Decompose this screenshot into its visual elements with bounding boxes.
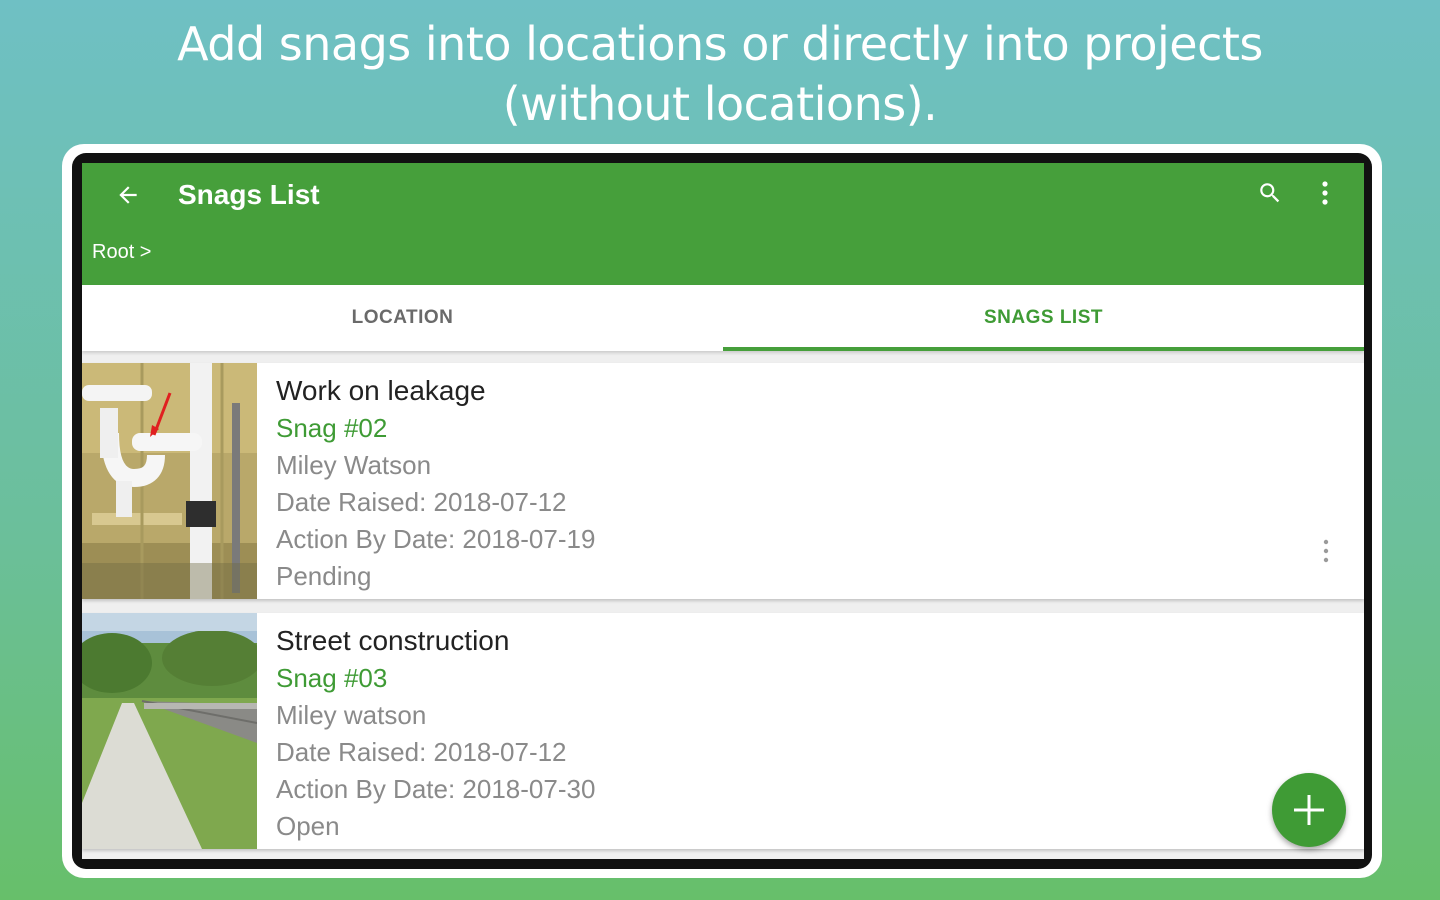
more-vert-icon	[1322, 181, 1328, 205]
more-vert-icon	[1323, 539, 1329, 563]
back-arrow-icon	[119, 186, 137, 204]
snag-card[interactable]: Work on leakage Snag #02 Miley Watson Da…	[82, 363, 1364, 599]
tab-snags-list[interactable]: SNAGS LIST	[723, 285, 1364, 351]
card-more-button[interactable]	[1314, 533, 1338, 569]
plus-icon	[1294, 795, 1324, 825]
search-button[interactable]	[1252, 175, 1288, 211]
snag-assignee: Miley watson	[276, 700, 427, 730]
snag-assignee: Miley Watson	[276, 450, 432, 480]
snag-photo-plumbing	[82, 363, 257, 599]
overflow-menu-button[interactable]	[1308, 175, 1342, 211]
breadcrumb[interactable]: Root >	[92, 238, 151, 266]
snag-title: Work on leakage	[276, 375, 486, 406]
headline-line-1: Add snags into locations or directly int…	[177, 17, 1263, 71]
tab-bar: LOCATION SNAGS LIST	[82, 285, 1364, 351]
snag-card[interactable]: Street construction Snag #03 Miley watso…	[82, 613, 1364, 849]
app-bar: Snags List Root >	[82, 163, 1364, 285]
snag-title: Street construction	[276, 625, 510, 656]
snag-number: Snag #03	[276, 663, 388, 693]
promo-headline: Add snags into locations or directly int…	[0, 14, 1440, 134]
snag-photo-street	[82, 613, 257, 849]
search-icon	[1260, 183, 1280, 203]
snag-date-raised: Date Raised: 2018-07-12	[276, 487, 567, 517]
app-screen: Snags List Root > LOCATION SNAGS LIST Wo…	[82, 163, 1364, 859]
back-button[interactable]	[108, 175, 148, 215]
tab-location[interactable]: LOCATION	[82, 285, 723, 351]
snag-number: Snag #02	[276, 413, 388, 443]
tab-indicator	[723, 347, 1364, 351]
snag-action-by-date: Action By Date: 2018-07-30	[276, 774, 596, 804]
snag-status: Pending	[276, 561, 372, 591]
page-title: Snags List	[178, 179, 320, 210]
headline-line-2: (without locations).	[502, 77, 938, 131]
add-snag-button[interactable]	[1272, 773, 1346, 847]
snag-status: Open	[276, 811, 340, 841]
snag-date-raised: Date Raised: 2018-07-12	[276, 737, 567, 767]
snag-action-by-date: Action By Date: 2018-07-19	[276, 524, 596, 554]
